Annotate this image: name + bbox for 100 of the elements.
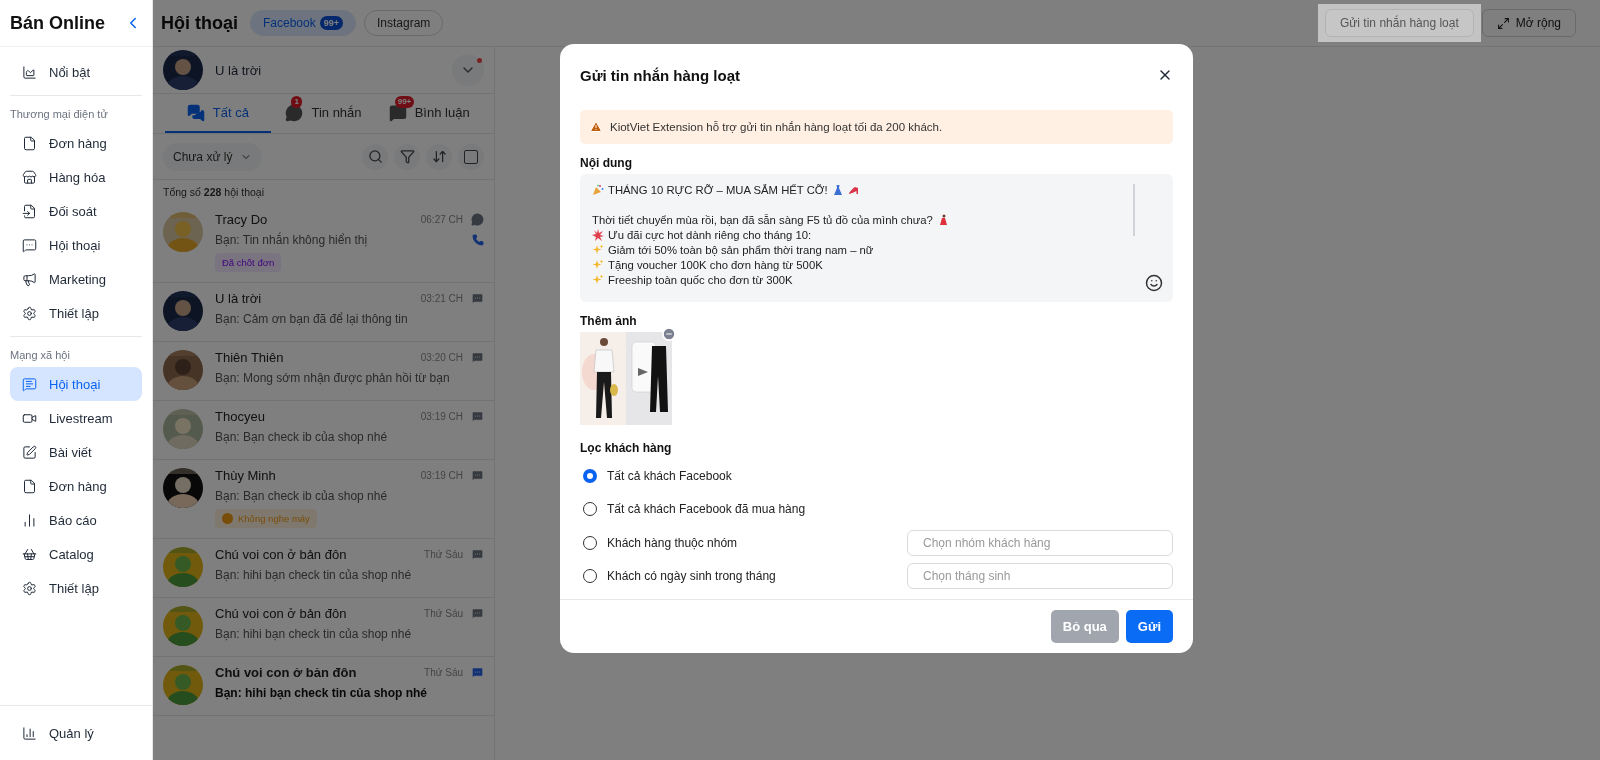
nav-item[interactable]: Thiết lập (10, 296, 142, 330)
contact-name: Chú voi con ở bản đôn (215, 606, 348, 621)
radio-button[interactable] (583, 468, 597, 483)
message-time: Thứ Sáu (424, 667, 463, 678)
dress-icon (831, 183, 844, 196)
toolbar-button[interactable]: Gửi tin nhắn hàng loạt (1325, 9, 1474, 37)
nav-item[interactable]: Quản lý (10, 716, 142, 750)
nav-item[interactable]: Đối soát (10, 194, 142, 228)
emoji-icon[interactable] (1145, 274, 1163, 292)
message-preview: Bạn: Bạn check ib của shop nhé (215, 489, 389, 503)
message-preview: Bạn: Cảm ơn bạn đã để lại thông tin (215, 312, 409, 326)
party-popper-icon (592, 183, 604, 196)
status-tag: Không nghe máy (215, 509, 317, 528)
select-all-checkbox[interactable] (464, 149, 478, 164)
nav-icon (22, 169, 37, 185)
conversation-item[interactable]: U là trời 03:21 CH Bạn: Cảm ơn bạn đã để lại thông tin (153, 283, 494, 342)
nav-icon (22, 271, 37, 287)
page-title: Hội thoại (161, 12, 238, 34)
toolbar-button[interactable]: Mở rộng (1481, 9, 1576, 37)
option-label: Tất cả khách Facebook đã mua hàng (607, 502, 807, 517)
nav-item[interactable]: Livestream (10, 401, 142, 435)
field-label: Nội dung (580, 156, 633, 170)
messenger-icon (285, 103, 304, 122)
message-time: 03:20 CH (420, 352, 463, 363)
send-button[interactable]: Gửi (1125, 610, 1173, 643)
burst-icon (592, 228, 604, 241)
conversation-item[interactable]: Thùy Minh 03:19 CH Bạn: Bạn check ib của shop nhé Không nghe máy (153, 460, 494, 539)
chart-icon (22, 725, 37, 741)
remove-icon[interactable] (662, 327, 676, 341)
nav-icon (22, 478, 37, 494)
search-icon (367, 149, 383, 164)
nav-item[interactable]: Hàng hóa (10, 160, 142, 194)
warning-icon (590, 121, 602, 133)
sort-button[interactable] (426, 143, 452, 170)
radio-button[interactable] (583, 569, 597, 584)
radio-button[interactable] (583, 535, 597, 550)
conversation-tab[interactable]: 1 Tin nhắn (270, 94, 377, 133)
message-time: 03:19 CH (420, 411, 463, 422)
channel-tab[interactable]: Facebook 99+ (250, 10, 356, 36)
message-time: Thứ Sáu (424, 608, 463, 619)
conversation-tab[interactable]: 99+ Bình luận (376, 94, 482, 133)
nav-item[interactable]: Marketing (10, 262, 142, 296)
nav-item[interactable]: Catalog (10, 537, 142, 571)
conversation-item[interactable]: Chú voi con ở bản đôn Thứ Sáu Bạn: hihi bạn check tin của shop nhé (153, 539, 494, 598)
message-preview: Bạn: Tin nhắn không hiển thị (215, 233, 369, 247)
nav-icon (22, 64, 37, 80)
contact-name: Thiên Thiên (215, 350, 285, 365)
sort-icon (431, 149, 447, 164)
message-input[interactable] (580, 174, 1173, 302)
nav-item[interactable]: Bài viết (10, 435, 142, 469)
nav-item[interactable]: Hội thoại (10, 367, 142, 401)
nav-icon (22, 305, 37, 321)
contact-name: Thùy Minh (215, 468, 277, 483)
message-line: Freeship toàn quốc cho đơn từ 300K (608, 273, 793, 286)
radio-button[interactable] (583, 502, 597, 517)
nav-icon (22, 546, 37, 562)
conversation-tab[interactable]: Tất cả (165, 94, 271, 133)
message-line: Thời tiết chuyển mùa rồi, bạn đã sẵn sàng F5 tủ đồ của mình chưa? (592, 213, 933, 226)
message-time: 03:21 CH (420, 293, 463, 304)
modal-title: Gửi tin nhắn hàng loạt (580, 66, 741, 84)
field-label: Thêm ảnh (580, 314, 638, 328)
nav-item[interactable]: Thiết lập (10, 571, 142, 605)
message-preview: Bạn: Mong sớm nhận được phản hồi từ bạn (215, 371, 451, 385)
chat-bubbles-icon (186, 103, 205, 122)
contact-name: Chú voi con ở bản đôn (215, 547, 348, 562)
count-badge: 99+ (394, 95, 415, 108)
conversation-item[interactable]: Chú voi con ở bản đôn Thứ Sáu Bạn: hihi bạn check tin của shop nhé (153, 657, 494, 716)
status-tag: Đã chốt đơn (215, 253, 282, 272)
filter-button[interactable] (394, 143, 420, 170)
account-dropdown[interactable] (452, 54, 484, 86)
section-heading: Mạng xã hội (10, 348, 71, 363)
nav-item[interactable]: Nổi bật (10, 55, 142, 89)
status-dropdown[interactable]: Chưa xử lý (163, 142, 263, 171)
search-button[interactable] (362, 143, 388, 170)
nav-icon (22, 444, 37, 460)
alert-icon (222, 513, 233, 524)
conversation-item[interactable]: Thocyeu 03:19 CH Bạn: Bạn check ib của shop nhé (153, 401, 494, 460)
message-preview: Bạn: Bạn check ib của shop nhé (215, 430, 389, 444)
nav-icon (22, 376, 37, 392)
nav-icon (22, 203, 37, 219)
nav-item[interactable]: Báo cáo (10, 503, 142, 537)
message-time: Thứ Sáu (424, 549, 463, 560)
option-label: Khách có ngày sinh trong tháng (607, 569, 777, 584)
message-line: Ưu đãi cực hot dành riêng cho tháng 10: (608, 228, 812, 241)
contact-name: Chú voi con ở bản đôn (215, 665, 358, 680)
cancel-button[interactable]: Bỏ qua (1050, 610, 1119, 643)
message-time: 03:19 CH (420, 470, 463, 481)
message-line: Tặng voucher 100K cho đơn hàng từ 500K (608, 258, 823, 271)
message-line: THÁNG 10 RỰC RỠ – MUA SẮM HẾT CỠ! (608, 183, 828, 196)
conversation-item[interactable]: Chú voi con ở bản đôn Thứ Sáu Bạn: hihi bạn check tin của shop nhé (153, 598, 494, 657)
conversation-item[interactable]: Thiên Thiên 03:20 CH Bạn: Mong sớm nhận được phản hồi từ bạn (153, 342, 494, 401)
option-label: Khách hàng thuộc nhóm (607, 535, 739, 550)
message-preview: Bạn: hihi bạn check tin của shop nhé (215, 627, 413, 641)
nav-item[interactable]: Đơn hàng (10, 126, 142, 160)
nav-item[interactable]: Đơn hàng (10, 469, 142, 503)
channel-tab[interactable]: Instagram (364, 10, 444, 36)
select-field[interactable]: Chọn tháng sinh (907, 563, 1173, 590)
nav-item[interactable]: Hội thoại (10, 228, 142, 262)
filter-icon (399, 149, 415, 164)
select-field[interactable]: Chọn nhóm khách hàng (907, 529, 1173, 556)
